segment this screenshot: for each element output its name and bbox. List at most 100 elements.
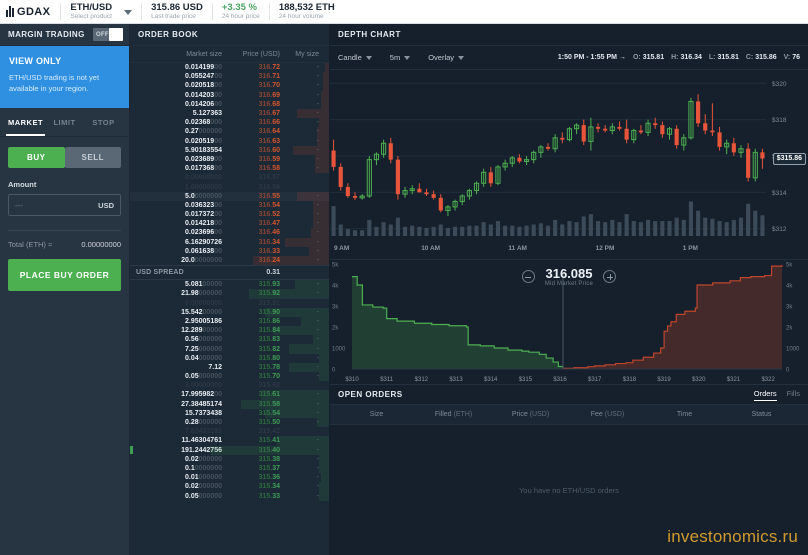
order-book-row[interactable]: 6.16290726 316.34- (130, 237, 329, 247)
tab-orders[interactable]: Orders (753, 389, 777, 401)
order-book-row[interactable]: 20.00000000 316.24- (130, 255, 329, 266)
order-size: 0.02051800 (185, 82, 222, 90)
order-my-size: - (316, 373, 319, 381)
total-unit: (ETH) ≈ (25, 240, 53, 249)
order-book-row[interactable]: 191.2442756 315.40- (130, 445, 329, 455)
svg-text:10 AM: 10 AM (421, 245, 440, 252)
order-book-row[interactable]: 0.00000000 315.91 (130, 299, 329, 308)
order-size: 0.56000000 (185, 336, 222, 344)
order-book-row[interactable]: 5.00000000 316.55- (130, 191, 329, 201)
order-book-row[interactable]: 0.01736800 316.58- (130, 164, 329, 174)
order-book-row[interactable]: 12.28900000 315.84- (130, 326, 329, 336)
order-book-row[interactable]: 0.05524700 316.71 - (130, 72, 329, 82)
order-book-row[interactable]: 0.03632300 316.54- (130, 200, 329, 210)
svg-text:3k: 3k (332, 305, 339, 311)
trade-panel-spacer (0, 291, 129, 555)
volume-label: 24 hour volume (278, 13, 324, 20)
overlay-value: Overlay (428, 53, 455, 62)
order-book-row[interactable]: 0.02051800 316.70 - (130, 81, 329, 91)
order-price: 316.71 (258, 73, 280, 81)
tab-stop[interactable]: STOP (84, 108, 123, 136)
order-size: 12.28900000 (181, 327, 222, 335)
order-price: 316.69 (258, 91, 280, 99)
candlestick-chart[interactable]: $320$318$316$314$3129 AM10 AM11 AM12 PM1… (330, 70, 808, 260)
order-book-row[interactable]: 21.98000000 315.92- (130, 289, 329, 299)
order-book-row[interactable]: 0.10000000 315.37 - (130, 463, 329, 474)
buy-button[interactable]: BUY (8, 147, 65, 168)
market-depth-chart[interactable]: 5k 5k 4k 4k 3k 3k 2k 2k 1000 1000 0 0 $310 $311 $312 $3… (330, 260, 808, 385)
tab-fills[interactable]: Fills (787, 389, 800, 401)
order-book-row[interactable]: 5.08100000 315.93- (130, 280, 329, 290)
order-book-row[interactable]: 7.25000000 315.82- (130, 344, 329, 354)
order-book-row[interactable]: 0.01421800 316.47- (130, 219, 329, 229)
order-book-row[interactable]: 7.83433281 315.42 (130, 427, 329, 436)
order-book: ORDER BOOK Market size Price (USD) My si… (130, 24, 330, 555)
order-book-row[interactable]: 0.02000000 315.38 - (130, 454, 329, 464)
order-book-row[interactable]: 0.02368900 316.59- (130, 154, 329, 165)
order-size: 0.02368000 (185, 119, 222, 127)
order-book-row[interactable]: 27.38485174 315.58- (130, 399, 329, 409)
order-book-row[interactable]: 17.99598200 315.61- (130, 390, 329, 400)
order-size: 15.7373438 (185, 409, 222, 417)
order-book-row[interactable]: 0.06163800 316.33- (130, 246, 329, 256)
zoom-in-icon[interactable] (603, 270, 617, 283)
overlay-dropdown[interactable]: Overlay (428, 53, 465, 62)
order-size: 0.02051900 (185, 137, 222, 145)
last-trade-label: Last trade price (151, 13, 196, 20)
order-book-row[interactable]: 0.00000000 316.57 (130, 173, 329, 182)
sell-button[interactable]: SELL (64, 147, 121, 168)
order-book-row[interactable]: 2.95005186 315.86- (130, 316, 329, 327)
order-book-row[interactable]: 0.02368000 316.66 - (130, 118, 329, 128)
product-selector[interactable]: ETH/USD Select product (61, 0, 141, 23)
order-price: 315.91 (258, 299, 280, 307)
order-book-row[interactable]: 0.02369600 316.46- (130, 228, 329, 238)
order-book-row[interactable]: 0.04000000 315.80 - (130, 353, 329, 363)
order-price: 315.34 (258, 483, 280, 491)
order-book-row[interactable]: 0.02000000 315.34 - (130, 482, 329, 492)
svg-text:$322: $322 (761, 377, 775, 383)
order-book-row[interactable]: 5.127363 316.67- (130, 108, 329, 119)
order-book-row[interactable]: 0.01420300 316.69 - (130, 90, 329, 100)
order-book-row[interactable]: 15.54200000 315.90- (130, 307, 329, 317)
gdax-logo[interactable]: GDAX (0, 0, 60, 23)
open-orders-columns: Size Filled (ETH) Price (USD) Fee (USD) … (330, 405, 808, 425)
chart-toolbar: Candle 5m Overlay 1:50 PM - 1:55 PM → O:… (330, 46, 808, 70)
interval-dropdown[interactable]: 5m (390, 53, 411, 62)
order-price: 316.46 (258, 229, 280, 237)
order-price: 316.52 (258, 211, 280, 219)
order-book-row[interactable]: 0.05000000 315.33 - (130, 491, 329, 501)
order-book-row[interactable]: 0.01737200 316.52- (130, 210, 329, 220)
order-price: 316.57 (258, 174, 280, 182)
margin-trading-toggle[interactable]: OFF (93, 28, 123, 41)
order-book-row[interactable]: 0.01420600 316.68 - (130, 99, 329, 109)
order-book-row[interactable]: 5.90183554 316.60- (130, 145, 329, 155)
order-book-row[interactable]: 11.46304761 315.41- (130, 436, 329, 446)
order-book-row[interactable]: 7.12 315.78- (130, 362, 329, 372)
order-size: 2.95005186 (185, 317, 222, 325)
svg-text:$312: $312 (772, 226, 787, 233)
order-book-row[interactable]: 0.56000000 315.83- (130, 335, 329, 345)
order-book-row[interactable]: 1.00000000 316.56 (130, 182, 329, 191)
order-book-row[interactable]: 0.27000000 316.64- (130, 127, 329, 137)
order-size: 7.25000000 (185, 345, 222, 353)
order-book-row[interactable]: 0.05000000 315.70 - (130, 372, 329, 382)
buy-sell-toggle: BUY SELL (0, 137, 129, 168)
order-book-row[interactable]: 0.02051900 316.63- (130, 136, 329, 146)
price-change-label: 24 hour price (221, 13, 260, 20)
open-orders-header: OPEN ORDERS Orders Fills (330, 385, 808, 405)
order-book-row[interactable]: 0.01419900 316.72 - (130, 63, 329, 73)
place-buy-order-button[interactable]: PLACE BUY ORDER (8, 259, 121, 291)
order-book-row[interactable]: 3.00000000 315.62 (130, 381, 329, 390)
order-book-row[interactable]: 15.7373438 315.54- (130, 408, 329, 418)
mid-market-label: Mid Market Price (544, 281, 594, 287)
order-book-row[interactable]: 0.01000000 315.36 - (130, 473, 329, 483)
zoom-out-icon[interactable] (521, 270, 535, 283)
order-book-row[interactable]: 0.28000000 315.50- (130, 417, 329, 428)
col-time: Time (676, 411, 693, 418)
chart-type-dropdown[interactable]: Candle (338, 53, 372, 62)
amount-input[interactable]: --- USD (8, 194, 121, 216)
tab-limit[interactable]: LIMIT (45, 108, 84, 136)
tab-market[interactable]: MARKET (6, 108, 45, 136)
order-my-size: - (316, 82, 319, 90)
order-size: 3.00000000 (185, 382, 222, 390)
